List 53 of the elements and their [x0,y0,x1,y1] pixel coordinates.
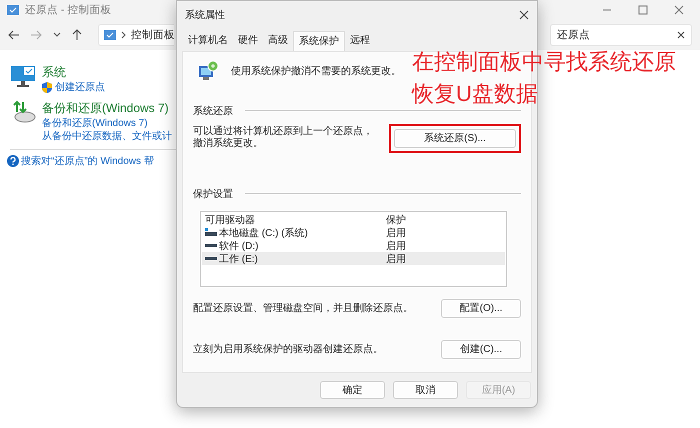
dialog-title: 系统属性 [185,8,225,22]
system-restore-button[interactable]: 系统还原(S)... [394,128,516,148]
window-title: 还原点 - 控制面板 [25,3,112,17]
control-panel-icon [104,30,116,40]
create-description: 立刻为启用系统保护的驱动器创建还原点。 [193,342,383,356]
tab[interactable]: 远程 [345,30,375,51]
category-title[interactable]: 系统 [42,64,105,81]
section-heading: 系统还原 [193,104,233,118]
tab[interactable]: 计算机名 [183,30,233,51]
protection-status: 启用 [386,226,407,240]
protection-status: 启用 [386,240,407,253]
drive-row[interactable]: 本地磁盘 (C:) (系统) 启用 [202,226,505,239]
restore-description: 可以通过将计算机还原到上一个还原点，撤消系统更改。 [193,126,374,150]
task-link[interactable]: 从备份中还原数据、文件或计 [42,130,172,143]
task-link[interactable]: 备份和还原(Windows 7) [42,117,148,130]
system-drive-icon [205,228,217,238]
clear-search-icon[interactable] [677,31,685,39]
tab[interactable]: 硬件 [233,30,263,51]
tab[interactable]: 系统保护 [293,30,345,51]
maximize-icon[interactable] [638,5,648,15]
drive-name: 工作 (E:) [219,252,258,266]
search-field[interactable]: 还原点 [550,24,692,46]
close-icon[interactable] [674,5,684,15]
drive-name: 软件 (D:) [219,240,258,253]
configure-button[interactable]: 配置(O)... [441,298,521,318]
drive-row[interactable]: 工作 (E:) 启用 [202,252,505,265]
annotation-text: 在控制面板中寻找系统还原 [412,48,676,76]
breadcrumb-item[interactable]: 控制面板 [131,28,175,42]
monitor-icon [10,64,36,88]
tab[interactable]: 高级 [263,30,293,51]
configure-description: 配置还原设置、管理磁盘空间，并且删除还原点。 [193,302,413,316]
drive-row[interactable]: 软件 (D:) 启用 [202,238,505,252]
category-title[interactable]: 备份和还原(Windows 7) [42,100,172,117]
help-icon [7,155,19,167]
chevron-right-icon [121,31,126,39]
intro-text: 使用系统保护撤消不需要的系统更改。 [231,64,401,78]
drive-name: 本地磁盘 (C:) (系统) [219,226,308,240]
protection-status: 启用 [386,252,407,266]
up-arrow-icon[interactable] [72,29,82,41]
column-header: 保护 [386,214,407,227]
address-bar[interactable]: 控制面板 [98,24,174,46]
dialog-button[interactable]: 取消 [393,381,458,399]
task-link[interactable]: 创建还原点 [55,81,105,94]
window-app-icon [6,4,20,16]
column-header: 可用驱动器 [205,214,256,227]
back-arrow-icon[interactable] [8,30,20,40]
create-button[interactable]: 创建(C)... [441,340,521,359]
annotation-text: 恢复U盘数据 [412,80,538,108]
help-link[interactable]: 搜索对“还原点”的 Windows 帮 [21,154,154,168]
computer-restore-icon [197,60,219,82]
section-heading: 保护设置 [193,188,233,201]
dialog-button[interactable]: 确定 [320,381,385,399]
close-icon[interactable] [519,10,529,20]
